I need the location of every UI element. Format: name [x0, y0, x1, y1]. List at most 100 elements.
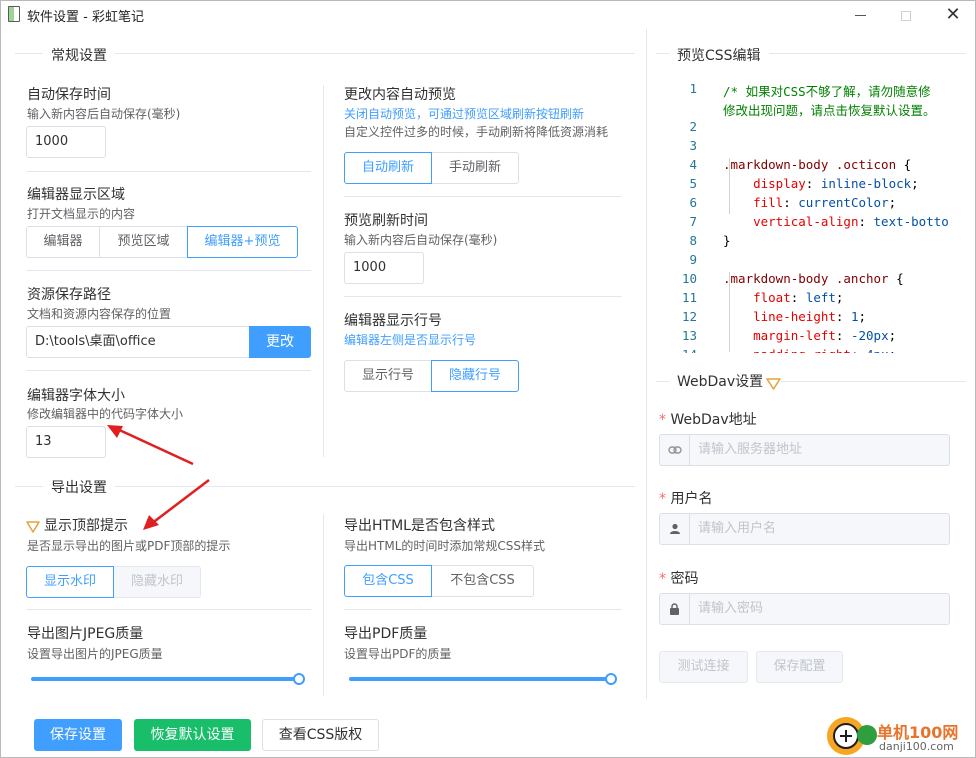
option-editor[interactable]: 编辑器	[26, 226, 100, 258]
code-line: 10 .markdown-body .anchor {	[673, 271, 904, 290]
code-line: 1 /* 如果对CSS不够了解，请勿随意修	[673, 81, 930, 100]
option-manual-refresh[interactable]: 手动刷新	[431, 152, 519, 184]
font-size-input[interactable]: 13	[26, 426, 106, 458]
watermark-logo	[827, 717, 877, 755]
maximize-icon	[901, 10, 911, 21]
option-auto-refresh[interactable]: 自动刷新	[344, 152, 432, 184]
required-mark: *	[659, 412, 666, 428]
change-path-button[interactable]: 更改	[249, 326, 311, 358]
password-input[interactable]: 请输入密码	[659, 593, 950, 625]
minimize-icon	[854, 15, 866, 16]
font-size-label: 编辑器字体大小	[27, 388, 125, 404]
option-exclude-css[interactable]: 不包含CSS	[431, 565, 534, 597]
option-hide-line-numbers[interactable]: 隐藏行号	[431, 360, 519, 392]
option-show-watermark[interactable]: 显示水印	[26, 566, 114, 598]
code-text: .markdown-body .anchor {	[723, 271, 904, 286]
option-include-css[interactable]: 包含CSS	[344, 565, 432, 597]
reset-defaults-button[interactable]: 恢复默认设置	[134, 719, 251, 751]
css-code-editor[interactable]: 1 /* 如果对CSS不够了解，请勿随意修 修改出现问题，请点击恢复默认设置。 2 3 4…	[673, 81, 951, 353]
auto-preview-label: 更改内容自动预览	[344, 87, 456, 103]
option-hide-watermark[interactable]: 隐藏水印	[113, 566, 201, 598]
watermark-toggle: 显示水印 隐藏水印	[26, 566, 201, 598]
resource-path-label: 资源保存路径	[27, 287, 111, 303]
webdav-address-input[interactable]: 请输入服务器地址	[659, 434, 950, 466]
lock-icon	[660, 594, 690, 624]
autosave-hint: 输入新内容后自动保存(毫秒)	[27, 107, 181, 121]
code-text: }	[723, 233, 731, 248]
minimize-button[interactable]	[845, 4, 875, 26]
line-number: 8	[689, 233, 697, 248]
code-line: 8}	[673, 233, 730, 252]
username-placeholder: 请输入用户名	[698, 521, 777, 536]
jpeg-quality-slider-handle[interactable]	[293, 673, 305, 685]
view-css-license-button[interactable]: 查看CSS版权	[262, 719, 379, 751]
settings-window: 软件设置 - 彩虹笔记 ✕ 常规设置 自动保存时间 输入新内容后自动保存(毫秒)…	[0, 0, 976, 758]
pane-divider	[646, 29, 647, 699]
save-config-button[interactable]: 保存配置	[756, 651, 843, 683]
line-number: 2	[689, 119, 697, 134]
code-line: 2	[673, 119, 697, 138]
pdf-quality-label: 导出PDF质量	[344, 626, 428, 642]
line-number: 11	[681, 290, 697, 305]
code-text: float: left;	[753, 290, 844, 305]
code-line: 7 vertical-align: text-botto	[673, 214, 948, 233]
code-text: fill: currentColor;	[753, 195, 897, 210]
save-settings-button[interactable]: 保存设置	[34, 719, 122, 751]
code-text: margin-left: -20px;	[753, 328, 897, 343]
code-text: display: inline-block;	[753, 176, 919, 191]
pdf-quality-slider-fill	[349, 677, 611, 681]
webdav-title: WebDav设置	[669, 371, 768, 391]
app-icon	[8, 6, 20, 22]
code-line: 4 .markdown-body .octicon {	[673, 157, 911, 176]
divider	[26, 609, 311, 610]
username-text: 用户名	[670, 491, 713, 507]
preview-refresh-input[interactable]: 1000	[344, 252, 424, 284]
divider	[344, 196, 622, 197]
code-line: 11 float: left;	[673, 290, 844, 309]
code-text: .markdown-body .octicon {	[723, 157, 912, 172]
preview-refresh-label: 预览刷新时间	[344, 213, 428, 229]
maximize-button[interactable]	[891, 4, 921, 26]
line-number: 9	[689, 252, 697, 267]
required-mark: *	[659, 571, 666, 587]
code-text: padding-right: 4px;	[723, 347, 896, 353]
line-number: 10	[681, 271, 697, 286]
option-show-line-numbers[interactable]: 显示行号	[344, 360, 432, 392]
annotation-arrows	[107, 425, 210, 530]
pdf-quality-slider-handle[interactable]	[605, 673, 617, 685]
code-line: 12 line-height: 1;	[673, 309, 866, 328]
divider	[26, 270, 311, 271]
code-text: /* 如果对CSS不够了解，请勿随意修	[723, 84, 931, 99]
autosave-input[interactable]: 1000	[26, 126, 106, 158]
webdav-address-placeholder: 请输入服务器地址	[698, 442, 803, 457]
code-text: vertical-align: text-botto	[753, 214, 949, 229]
warning-icon	[766, 375, 781, 390]
code-line: 修改出现问题，请点击恢复默认设置。	[673, 100, 936, 119]
close-button[interactable]: ✕	[938, 4, 968, 26]
divider	[344, 609, 622, 610]
top-hint-description: 是否显示导出的图片或PDF顶部的提示	[27, 539, 231, 553]
username-input[interactable]: 请输入用户名	[659, 513, 950, 545]
line-number: 3	[689, 138, 697, 153]
line-number: 1	[689, 81, 697, 96]
test-connection-button[interactable]: 测试连接	[659, 651, 748, 683]
code-line: 6 fill: currentColor;	[673, 195, 896, 214]
line-numbers-label: 编辑器显示行号	[344, 313, 442, 329]
watermark-url: danji100.com	[879, 740, 954, 753]
css-editor-title: 预览CSS编辑	[669, 45, 769, 65]
line-number: 12	[681, 309, 697, 324]
webdav-address-text: WebDav地址	[670, 412, 757, 428]
column-divider	[323, 85, 324, 457]
editor-area-hint: 打开文档显示的内容	[27, 207, 136, 221]
username-label: * 用户名	[659, 488, 712, 508]
autosave-label: 自动保存时间	[27, 87, 111, 103]
line-numbers-hint: 编辑器左侧是否显示行号	[344, 333, 477, 347]
code-line: 5 display: inline-block;	[673, 176, 918, 195]
resource-path-input[interactable]: D:\tools\桌面\office	[26, 326, 250, 358]
option-preview[interactable]: 预览区域	[99, 226, 188, 258]
play-icon	[857, 725, 877, 745]
preview-refresh-hint: 输入新内容后自动保存(毫秒)	[344, 233, 498, 247]
resource-path-hint: 文档和资源内容保存的位置	[27, 307, 172, 321]
option-editor-preview[interactable]: 编辑器+预览	[187, 226, 298, 258]
code-line: 9	[673, 252, 697, 271]
